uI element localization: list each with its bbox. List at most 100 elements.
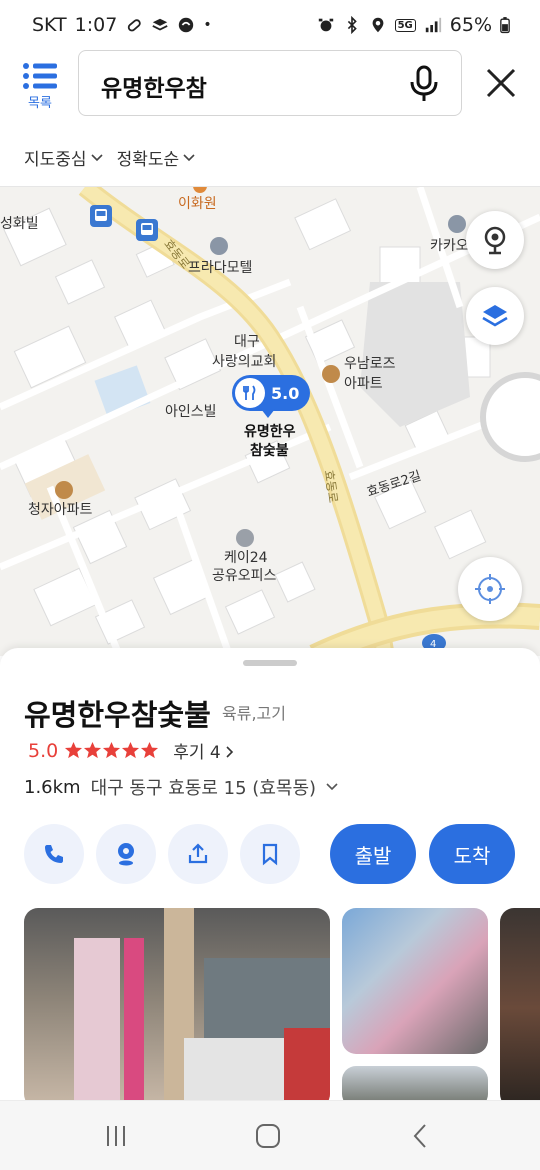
dot-icon: • (203, 17, 212, 33)
call-button[interactable] (24, 824, 84, 884)
map-label: 카카오 (430, 238, 469, 254)
recent-apps-button[interactable] (96, 1121, 136, 1151)
list-menu-label: 목록 (28, 96, 52, 111)
battery-icon (500, 17, 510, 34)
star-icon (141, 741, 159, 759)
map-label: 사랑의교회 (212, 354, 277, 370)
filter-sort-accuracy[interactable]: 정확도순 (117, 145, 196, 170)
review-link[interactable]: 후기 4 (173, 738, 234, 763)
pill-icon (128, 19, 142, 32)
apartment-poi-icon (322, 365, 340, 383)
signal-icon (425, 17, 441, 33)
map-label: 아인스빌 (165, 404, 217, 420)
photo-main[interactable] (24, 908, 330, 1100)
star-icon (65, 741, 83, 759)
distance: 1.6km (24, 776, 81, 798)
search-input[interactable]: 유명한우참 (78, 50, 462, 116)
share-icon (188, 843, 208, 864)
map-label: 이화원 (178, 196, 217, 212)
map-view[interactable]: 이화원 성화빌 프라다모텔 카카오 대구 사랑의교회 우남로즈 아파트 아인스빌… (0, 186, 540, 656)
search-query: 유명한우참 (101, 76, 207, 102)
place-title: 유명한우참숯불 (24, 698, 211, 732)
map-label: 공유오피스 (212, 568, 277, 584)
chevron-down-icon (90, 153, 103, 161)
close-icon[interactable] (480, 62, 522, 104)
arrive-button[interactable]: 도착 (429, 824, 515, 884)
rating-stars (64, 741, 159, 760)
microphone-icon[interactable] (409, 65, 439, 103)
status-right: 5G 65% (317, 14, 510, 36)
office-poi-icon (236, 529, 254, 547)
storefront-sign (74, 938, 120, 1100)
depart-button[interactable]: 출발 (330, 824, 416, 884)
layers-button[interactable] (466, 287, 524, 345)
bookmark-icon (262, 843, 278, 866)
map-label: 청자아파트 (28, 502, 93, 518)
address: 대구 동구 효동로 15 (효목동) (90, 778, 317, 799)
search-header: 목록 유명한우참 지도중심 정확도순 (0, 50, 540, 186)
place-category: 육류,고기 (222, 704, 286, 723)
network-badge: 5G (394, 18, 416, 32)
bus-stop-icon[interactable] (136, 219, 158, 241)
list-icon (23, 63, 57, 89)
layers-status-icon (152, 18, 168, 31)
roadview-button[interactable] (96, 824, 156, 884)
storefront-red-sign (284, 1028, 330, 1100)
bus-stop-icon[interactable] (90, 205, 112, 227)
share-button[interactable] (168, 824, 228, 884)
filter-map-center[interactable]: 지도중심 (24, 145, 103, 170)
star-icon (122, 741, 140, 759)
map-label: 대구 (234, 334, 260, 350)
cctv-button[interactable] (466, 211, 524, 269)
crosshair-icon (475, 574, 505, 604)
filter-bar: 지도중심 정확도순 (24, 145, 195, 170)
apartment-poi-icon (55, 481, 73, 499)
storefront-banner (124, 938, 144, 1100)
filter-label: 지도중심 (24, 150, 87, 170)
place-bottom-sheet[interactable]: 유명한우참숯불 육류,고기 5.0 후기 4 1.6km 대구 동구 효동로 1… (0, 648, 540, 1100)
carrier: SKT (32, 14, 67, 36)
photo-second[interactable] (342, 908, 488, 1054)
star-icon (103, 741, 121, 759)
my-location-button[interactable] (458, 557, 522, 621)
pin-pointer (261, 409, 275, 418)
rating-row: 5.0 후기 4 (28, 738, 234, 763)
pin-rating: 5.0 (271, 383, 300, 403)
place-pin[interactable]: 5.0 (232, 375, 310, 411)
restaurant-icon (235, 378, 265, 408)
photo-fourth[interactable] (500, 908, 540, 1100)
action-buttons: 출발 도착 (24, 824, 524, 886)
sheet-drag-handle[interactable] (243, 660, 297, 666)
star-icon (84, 741, 102, 759)
pin-place-name: 유명한우 (244, 424, 296, 440)
hotel-poi-icon (210, 237, 228, 255)
storefront-ac-unit (184, 1038, 284, 1100)
cctv-icon (484, 226, 506, 255)
home-icon (256, 1124, 280, 1148)
address-row[interactable]: 1.6km 대구 동구 효동로 15 (효목동) (24, 774, 338, 800)
recent-apps-icon (107, 1126, 125, 1146)
photo-third[interactable] (342, 1066, 488, 1100)
filter-label: 정확도순 (116, 150, 180, 170)
pin-place-name: 참숯불 (250, 443, 289, 459)
home-button[interactable] (248, 1121, 288, 1151)
save-button[interactable] (240, 824, 300, 884)
chevron-right-icon (226, 746, 234, 758)
map-label: 아파트 (344, 376, 383, 392)
status-bar: SKT 1:07 • 5G 65% (0, 0, 540, 50)
back-icon (413, 1124, 426, 1148)
bluetooth-icon (347, 16, 357, 34)
rating-score: 5.0 (28, 739, 59, 762)
chevron-down-icon (326, 783, 338, 791)
clock: 1:07 (74, 14, 118, 36)
phone-icon (45, 845, 63, 863)
location-status-icon (372, 17, 383, 33)
layers-icon (482, 305, 508, 327)
location-pin-icon (118, 843, 134, 866)
list-menu-button[interactable]: 목록 (18, 62, 62, 114)
photo-gallery[interactable] (24, 908, 540, 1100)
review-count: 후기 4 (173, 743, 221, 763)
back-button[interactable] (400, 1121, 440, 1151)
hotel-poi-icon (448, 215, 466, 233)
map-label: 프라다모텔 (188, 260, 253, 276)
